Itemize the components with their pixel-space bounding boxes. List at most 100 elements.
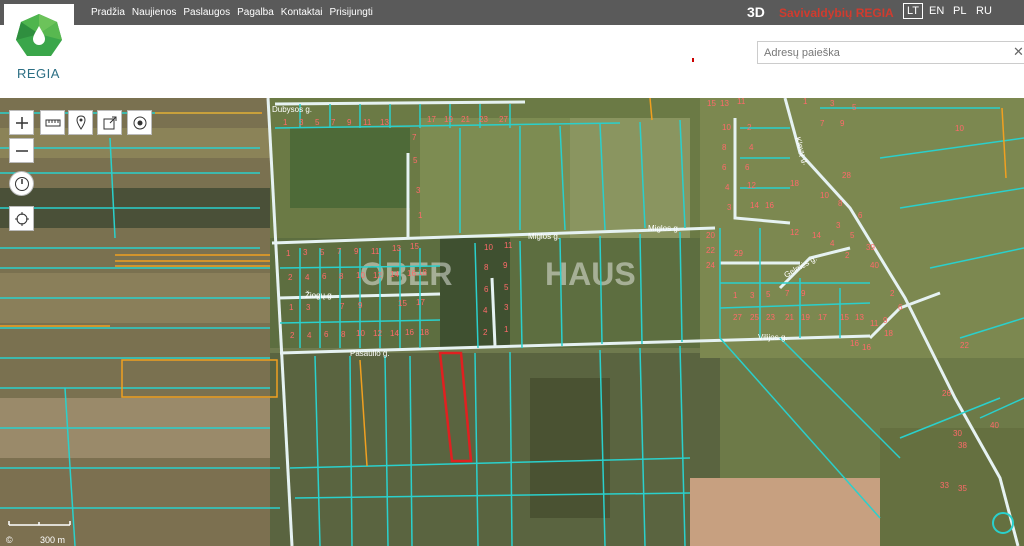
- svg-text:9: 9: [358, 301, 363, 310]
- svg-text:19: 19: [444, 115, 453, 124]
- svg-text:3: 3: [299, 118, 304, 127]
- svg-text:8: 8: [484, 263, 489, 272]
- svg-text:16: 16: [862, 343, 871, 352]
- svg-text:1: 1: [803, 98, 808, 106]
- svg-text:3: 3: [727, 203, 732, 212]
- street-label-4: Žiogų g.: [305, 291, 334, 300]
- address-search-input[interactable]: [757, 41, 1024, 64]
- svg-text:5: 5: [766, 290, 771, 299]
- svg-text:7: 7: [412, 133, 417, 142]
- svg-text:2: 2: [290, 331, 295, 340]
- ruler-icon: [45, 119, 60, 126]
- 3d-toggle[interactable]: 3D: [747, 4, 765, 20]
- nav-item-login[interactable]: Prisijungti: [330, 7, 373, 18]
- clear-search-icon[interactable]: ✕: [1013, 44, 1024, 60]
- street-label-1: Dubysos g.: [272, 105, 312, 114]
- svg-text:10: 10: [356, 271, 365, 280]
- svg-text:9: 9: [354, 247, 359, 256]
- svg-text:19: 19: [801, 313, 810, 322]
- measure-button[interactable]: [40, 110, 65, 135]
- scale-bar: [8, 521, 71, 526]
- svg-text:9: 9: [801, 289, 806, 298]
- street-label-5: Pasaulio g.: [350, 349, 390, 358]
- crosshair-icon: [14, 211, 29, 226]
- share-button[interactable]: [97, 110, 122, 135]
- svg-text:7: 7: [331, 118, 336, 127]
- nav-item-help[interactable]: Pagalba: [237, 7, 274, 18]
- gps-button[interactable]: [9, 206, 34, 231]
- svg-text:27: 27: [499, 115, 508, 124]
- lang-en[interactable]: EN: [929, 5, 944, 17]
- street-label-3: Miglos g.: [648, 224, 680, 233]
- svg-text:3: 3: [750, 291, 755, 300]
- svg-text:9: 9: [840, 119, 845, 128]
- svg-text:13: 13: [720, 99, 729, 108]
- zoom-out-button[interactable]: [9, 138, 34, 163]
- svg-text:7: 7: [340, 302, 345, 311]
- svg-text:24: 24: [706, 261, 715, 270]
- svg-text:8: 8: [722, 143, 727, 152]
- svg-text:6: 6: [324, 330, 329, 339]
- svg-text:3: 3: [416, 186, 421, 195]
- lang-pl[interactable]: PL: [953, 5, 966, 17]
- svg-text:29: 29: [734, 249, 743, 258]
- rotate-button[interactable]: [9, 171, 34, 196]
- svg-text:2: 2: [747, 123, 752, 132]
- svg-text:13: 13: [380, 118, 389, 127]
- svg-text:5: 5: [413, 156, 418, 165]
- logo[interactable]: REGIA: [4, 4, 74, 94]
- svg-text:11: 11: [870, 319, 879, 328]
- svg-text:27: 27: [733, 313, 742, 322]
- svg-text:8: 8: [339, 272, 344, 281]
- svg-text:7: 7: [820, 119, 825, 128]
- brand-title: Savivaldybių REGIA: [779, 6, 894, 20]
- svg-text:9: 9: [503, 261, 508, 270]
- svg-text:10: 10: [356, 329, 365, 338]
- svg-text:22: 22: [960, 341, 969, 350]
- svg-text:6: 6: [484, 285, 489, 294]
- nav-item-home[interactable]: Pradžia: [91, 7, 125, 18]
- lang-lt[interactable]: LT: [903, 3, 924, 19]
- svg-text:1: 1: [286, 249, 291, 258]
- marker-button[interactable]: [68, 110, 93, 135]
- svg-text:15: 15: [410, 242, 419, 251]
- svg-text:7: 7: [785, 289, 790, 298]
- svg-text:18: 18: [884, 329, 893, 338]
- svg-text:11: 11: [371, 247, 380, 256]
- svg-text:11: 11: [363, 118, 372, 127]
- svg-text:HAUS: HAUS: [545, 256, 636, 292]
- svg-text:16: 16: [405, 328, 414, 337]
- svg-text:23: 23: [766, 313, 775, 322]
- nav-item-news[interactable]: Naujienos: [132, 7, 176, 18]
- svg-text:7: 7: [337, 247, 342, 256]
- zoom-in-button[interactable]: [9, 110, 34, 135]
- map-pin-icon: [75, 114, 86, 130]
- svg-text:3: 3: [836, 221, 841, 230]
- map-view[interactable]: OBER HAUS 1 3 5 7 9 11 13 17 19 21 23 27…: [0, 98, 1024, 546]
- svg-text:15: 15: [840, 313, 849, 322]
- nav-item-contacts[interactable]: Kontaktai: [281, 7, 323, 18]
- svg-text:4: 4: [307, 331, 312, 340]
- svg-text:3: 3: [830, 99, 835, 108]
- svg-text:14: 14: [390, 270, 399, 279]
- svg-text:1: 1: [418, 211, 423, 220]
- svg-text:2: 2: [890, 289, 895, 298]
- svg-text:9: 9: [347, 118, 352, 127]
- svg-text:1: 1: [283, 118, 288, 127]
- minus-icon: [15, 149, 28, 152]
- svg-text:21: 21: [461, 115, 470, 124]
- svg-text:4: 4: [725, 183, 730, 192]
- svg-text:21: 21: [785, 313, 794, 322]
- cadastral-map[interactable]: OBER HAUS 1 3 5 7 9 11 13 17 19 21 23 27…: [0, 98, 1024, 546]
- svg-text:9: 9: [883, 316, 888, 325]
- svg-text:4: 4: [305, 273, 310, 282]
- svg-text:20: 20: [706, 231, 715, 240]
- locate-button[interactable]: [127, 110, 152, 135]
- svg-text:18: 18: [420, 328, 429, 337]
- share-icon: [103, 116, 116, 129]
- svg-text:15: 15: [398, 299, 407, 308]
- svg-text:12: 12: [747, 181, 756, 190]
- svg-text:40: 40: [990, 421, 999, 430]
- nav-item-services[interactable]: Paslaugos: [183, 7, 230, 18]
- lang-ru[interactable]: RU: [976, 5, 992, 17]
